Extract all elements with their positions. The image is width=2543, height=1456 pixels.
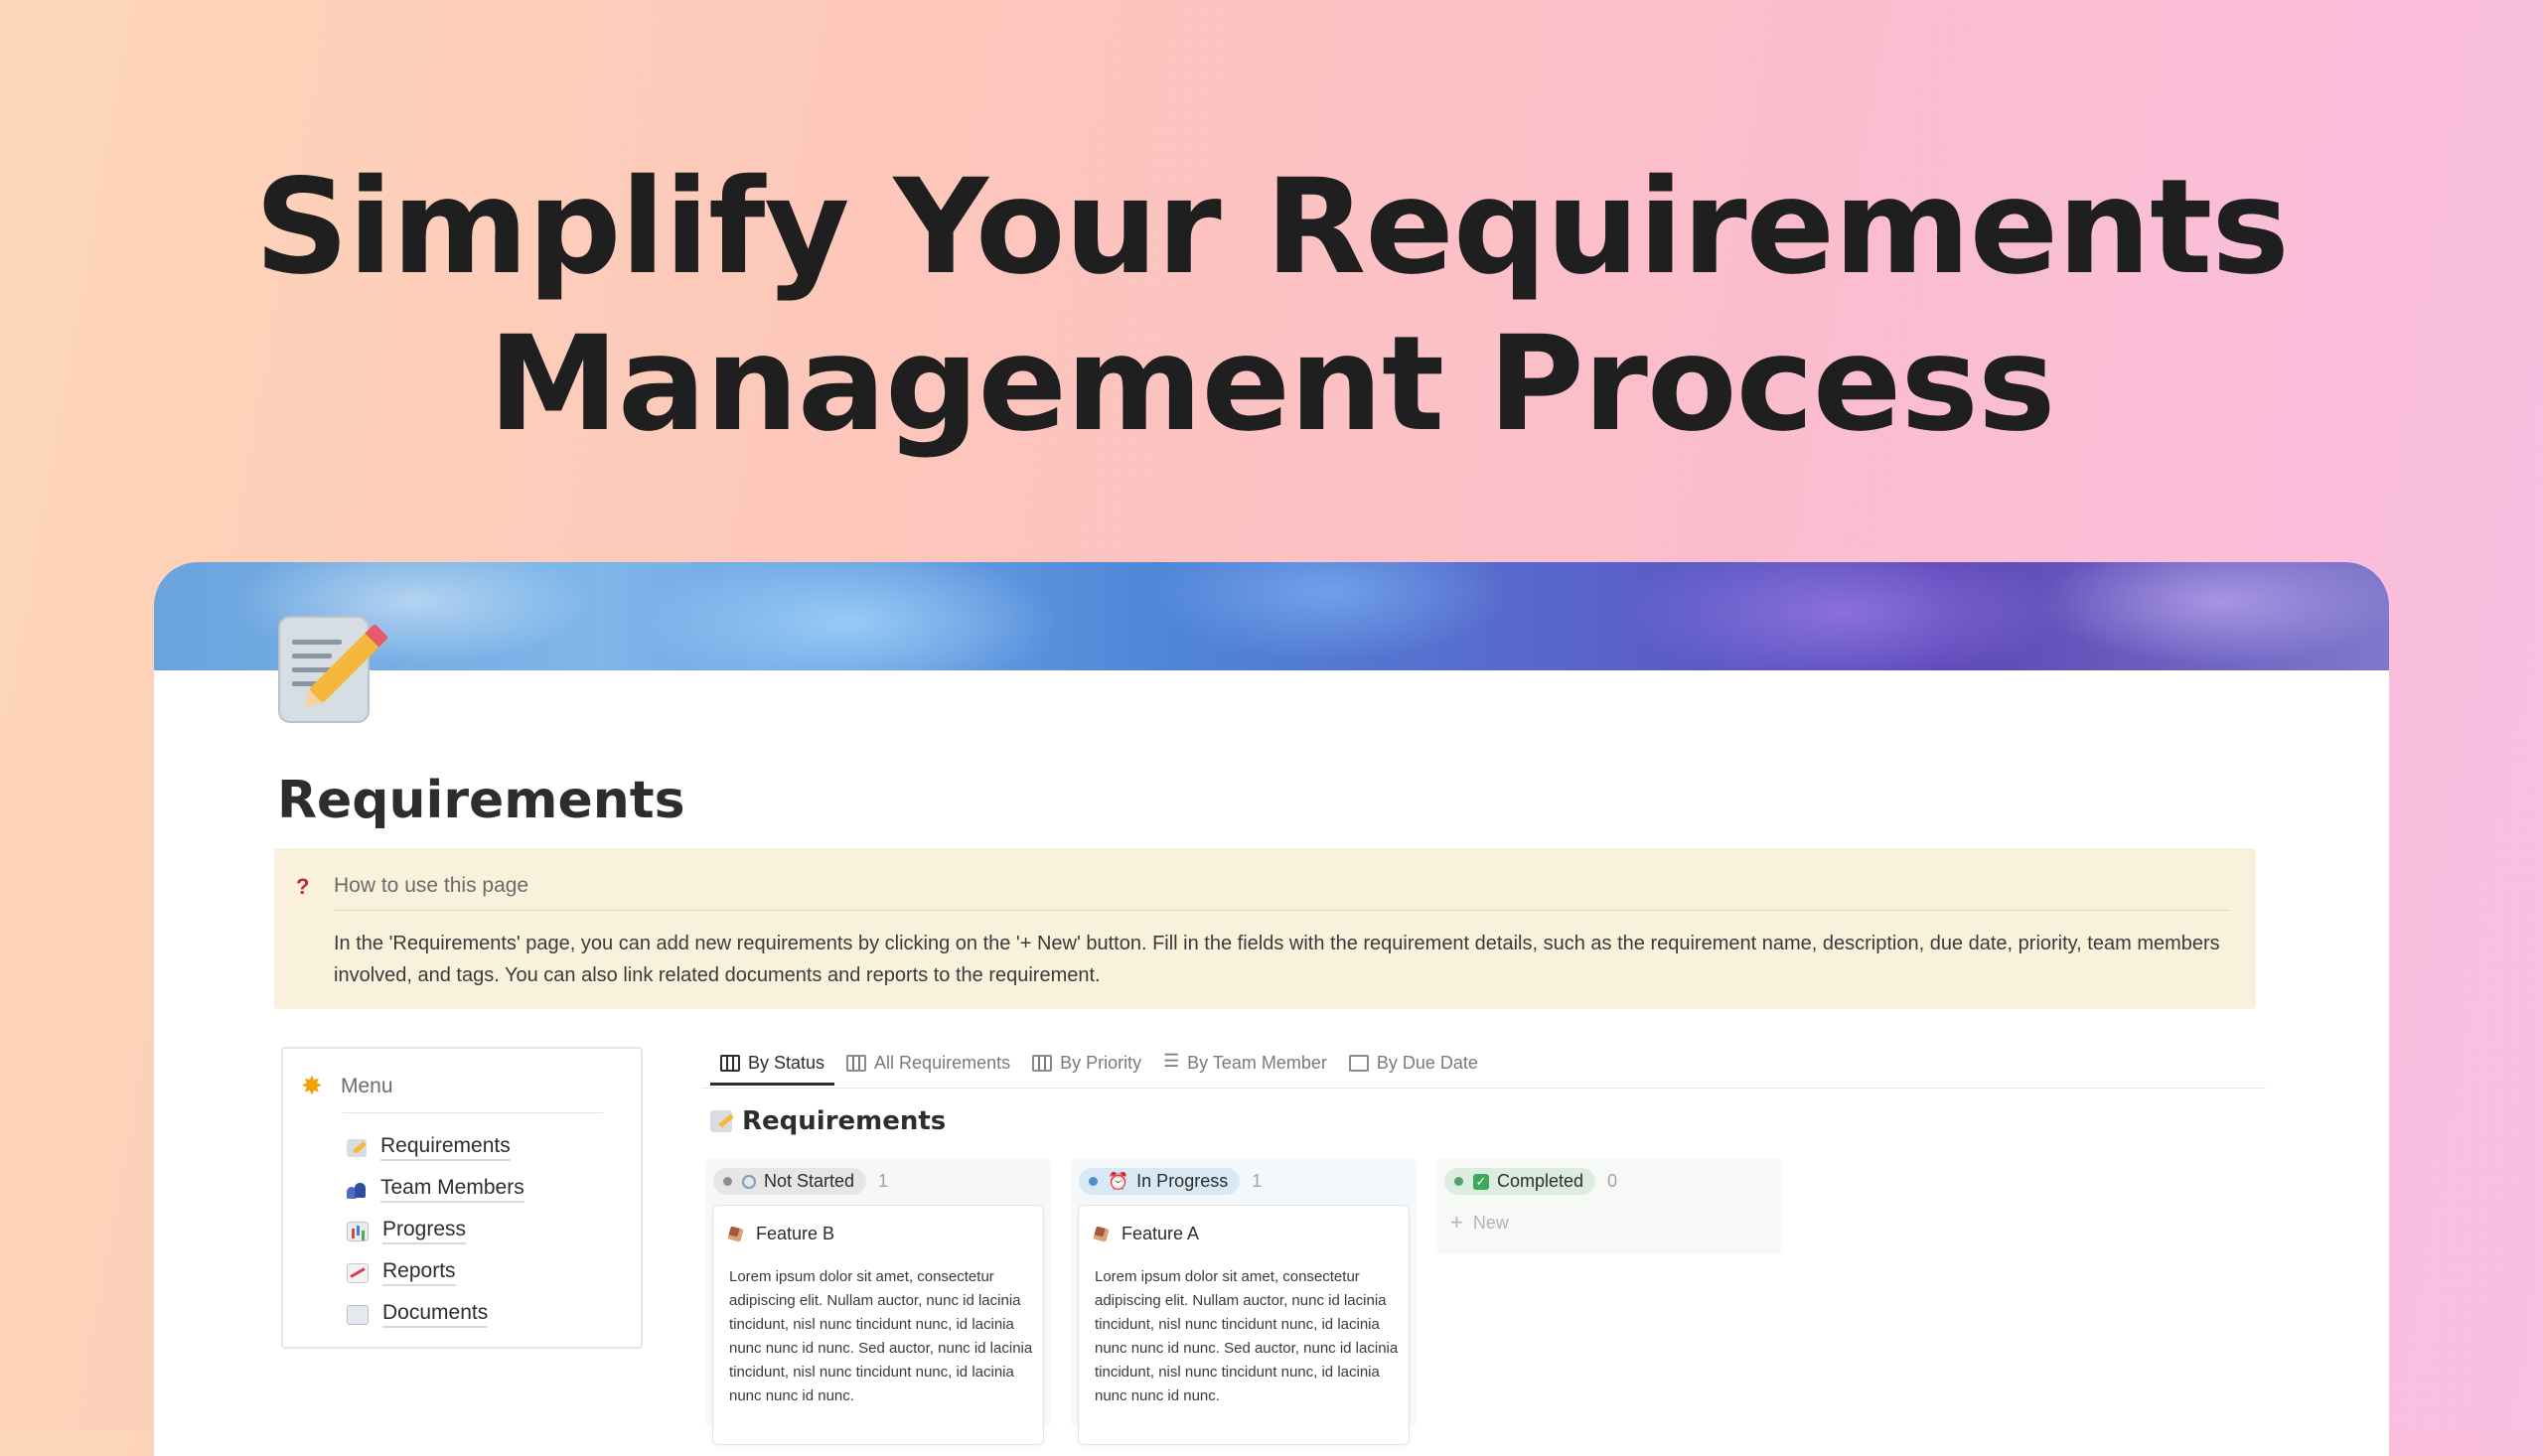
hero-title: Simplify Your Requirements Management Pr…	[0, 149, 2543, 463]
tab-label: By Team Member	[1187, 1053, 1327, 1073]
tab-by-priority[interactable]: By Priority	[1022, 1053, 1151, 1086]
menu-item-label: Requirements	[380, 1134, 511, 1161]
callout-heading[interactable]: How to use this page	[334, 874, 528, 898]
memo-pencil-icon[interactable]	[278, 616, 389, 723]
card-title: Feature B	[727, 1224, 835, 1244]
menu-heading: ✸ Menu	[301, 1071, 393, 1101]
menu-item-requirements[interactable]: Requirements	[347, 1134, 511, 1161]
tab-by-due-date[interactable]: By Due Date	[1339, 1053, 1488, 1086]
card-title-label: Feature B	[756, 1224, 835, 1243]
menu-divider	[343, 1112, 603, 1113]
status-badge: ✓ Completed	[1444, 1168, 1596, 1195]
tabs-divider	[701, 1088, 2266, 1089]
list-icon	[1163, 1051, 1179, 1072]
menu-item-progress[interactable]: Progress	[347, 1218, 467, 1244]
menu-item-label: Documents	[382, 1301, 489, 1328]
check-mark-icon: ✓	[1473, 1173, 1489, 1190]
tab-label: By Priority	[1060, 1053, 1142, 1073]
status-dot-icon	[1089, 1177, 1098, 1186]
tab-label: By Due Date	[1376, 1053, 1478, 1073]
menu-item-label: Team Members	[380, 1176, 524, 1203]
menu-panel: ✸ Menu Requirements Team Members Progres…	[281, 1047, 643, 1349]
board-card[interactable]: Feature A Lorem ipsum dolor sit amet, co…	[1079, 1206, 1409, 1444]
memo-icon	[710, 1110, 732, 1132]
cube-icon	[727, 1226, 744, 1242]
new-card-button[interactable]: + New	[1450, 1210, 1509, 1236]
view-tabs: By Status All Requirements By Priority B…	[710, 1051, 1490, 1086]
menu-heading-label: Menu	[341, 1074, 393, 1097]
cube-icon	[1093, 1226, 1110, 1242]
status-badge: ⏰ In Progress	[1079, 1168, 1241, 1195]
board-column-not-started: Not Started 1 Feature B Lorem ipsum dolo…	[705, 1158, 1051, 1444]
column-count: 1	[878, 1171, 889, 1191]
callout-body-text: In the 'Requirements' page, you can add …	[334, 933, 2220, 986]
status-label: Completed	[1497, 1171, 1584, 1191]
plus-icon: +	[1450, 1210, 1463, 1235]
column-header[interactable]: ✓ Completed 0	[1444, 1168, 1617, 1195]
page-title[interactable]: Requirements	[277, 771, 685, 830]
hero-title-line-2: Management Process	[488, 308, 2055, 461]
database-title-label: Requirements	[742, 1106, 947, 1136]
memo-icon	[347, 1138, 367, 1157]
sun-icon: ✸	[301, 1071, 323, 1100]
alarm-clock-icon: ⏰	[1108, 1171, 1129, 1191]
new-card-label: New	[1472, 1212, 1509, 1233]
tab-all-requirements[interactable]: All Requirements	[836, 1053, 1020, 1086]
board-card[interactable]: Feature B Lorem ipsum dolor sit amet, co…	[713, 1206, 1043, 1444]
status-dot-icon	[1454, 1177, 1463, 1186]
database-title[interactable]: Requirements	[710, 1106, 946, 1136]
chart-up-icon	[347, 1262, 369, 1283]
menu-item-label: Progress	[382, 1218, 467, 1244]
page-cover-image[interactable]	[154, 562, 2389, 670]
menu-item-label: Reports	[382, 1259, 456, 1286]
card-title: Feature A	[1093, 1224, 1200, 1244]
column-count: 1	[1252, 1171, 1263, 1191]
tab-label: By Status	[748, 1053, 825, 1073]
menu-item-team-members[interactable]: Team Members	[347, 1176, 524, 1203]
tab-label: All Requirements	[874, 1053, 1011, 1073]
column-header[interactable]: ⏰ In Progress 1	[1079, 1168, 1262, 1195]
empty-circle-icon	[742, 1174, 756, 1189]
document-icon	[347, 1304, 369, 1325]
status-label: Not Started	[764, 1171, 855, 1191]
calendar-icon	[1348, 1055, 1369, 1072]
status-dot-icon	[723, 1177, 732, 1186]
tab-by-status[interactable]: By Status	[710, 1053, 835, 1086]
card-description: Lorem ipsum dolor sit amet, consectetur …	[1095, 1268, 1399, 1404]
card-title-label: Feature A	[1122, 1224, 1200, 1243]
people-icon	[347, 1181, 367, 1199]
notion-page-window: Requirements ? How to use this page In t…	[154, 562, 2389, 1456]
board-icon	[1032, 1055, 1053, 1072]
board-icon	[720, 1055, 740, 1072]
callout-divider	[334, 910, 2231, 911]
column-count: 0	[1607, 1171, 1618, 1191]
tab-by-team-member[interactable]: By Team Member	[1153, 1051, 1337, 1086]
card-description: Lorem ipsum dolor sit amet, consectetur …	[729, 1268, 1033, 1404]
bar-chart-icon	[347, 1221, 369, 1241]
hero-title-line-1: Simplify Your Requirements	[254, 151, 2290, 304]
menu-item-documents[interactable]: Documents	[347, 1301, 489, 1328]
menu-item-reports[interactable]: Reports	[347, 1259, 456, 1286]
board-column-in-progress: ⏰ In Progress 1 Feature A Lorem ipsum do…	[1071, 1158, 1417, 1444]
board-column-completed: ✓ Completed 0 + New	[1436, 1158, 1782, 1253]
status-badge: Not Started	[713, 1168, 867, 1195]
table-icon	[846, 1055, 867, 1072]
status-label: In Progress	[1136, 1171, 1229, 1191]
how-to-callout: ? How to use this page In the 'Requireme…	[274, 848, 2256, 1009]
column-header[interactable]: Not Started 1	[713, 1168, 888, 1195]
question-mark-icon: ?	[296, 874, 310, 899]
